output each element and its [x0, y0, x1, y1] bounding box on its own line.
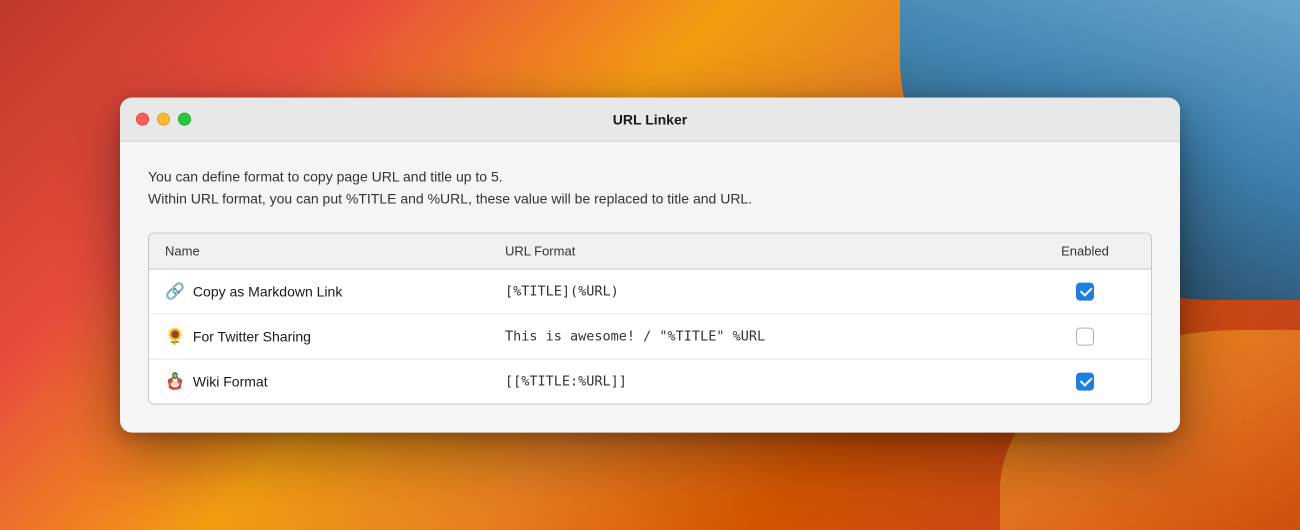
description-line2: Within URL format, you can put %TITLE an… — [148, 188, 1152, 210]
table-row: 🔗 Copy as Markdown Link [%TITLE](%URL) — [149, 269, 1151, 314]
row2-name-cell: 🌻 For Twitter Sharing — [165, 326, 505, 346]
formats-table: Name URL Format Enabled 🔗 Copy as Markdo… — [148, 232, 1152, 404]
row2-enabled-cell — [1035, 327, 1135, 345]
row3-name-text: Wiki Format — [193, 373, 268, 389]
row2-name-text: For Twitter Sharing — [193, 328, 311, 344]
table-row: 🪆 Wiki Format [[%TITLE:%URL]] — [149, 359, 1151, 403]
row3-name-cell: 🪆 Wiki Format — [165, 371, 505, 391]
row3-enabled-cell — [1035, 372, 1135, 390]
row1-enabled-cell — [1035, 282, 1135, 300]
row3-format: [[%TITLE:%URL]] — [505, 373, 1035, 389]
window-title: URL Linker — [613, 111, 687, 127]
minimize-button[interactable] — [157, 113, 170, 126]
close-button[interactable] — [136, 113, 149, 126]
row1-checkbox[interactable] — [1076, 282, 1094, 300]
titlebar: URL Linker — [120, 98, 1180, 142]
maximize-button[interactable] — [178, 113, 191, 126]
table-row: 🌻 For Twitter Sharing This is awesome! /… — [149, 314, 1151, 359]
row1-name-text: Copy as Markdown Link — [193, 283, 342, 299]
table-header: Name URL Format Enabled — [149, 233, 1151, 269]
row2-checkbox[interactable] — [1076, 327, 1094, 345]
row1-icon: 🔗 — [165, 281, 185, 301]
row2-format: This is awesome! / "%TITLE" %URL — [505, 328, 1035, 344]
header-enabled: Enabled — [1035, 243, 1135, 258]
window-content: You can define format to copy page URL a… — [120, 142, 1180, 433]
header-url-format: URL Format — [505, 243, 1035, 258]
row1-format: [%TITLE](%URL) — [505, 283, 1035, 299]
traffic-lights — [136, 113, 191, 126]
row3-checkbox[interactable] — [1076, 372, 1094, 390]
row2-icon: 🌻 — [165, 326, 185, 346]
app-window: URL Linker You can define format to copy… — [120, 98, 1180, 433]
header-name: Name — [165, 243, 505, 258]
description-line1: You can define format to copy page URL a… — [148, 166, 1152, 188]
row1-name-cell: 🔗 Copy as Markdown Link — [165, 281, 505, 301]
description-text: You can define format to copy page URL a… — [148, 166, 1152, 211]
row3-icon: 🪆 — [165, 371, 185, 391]
